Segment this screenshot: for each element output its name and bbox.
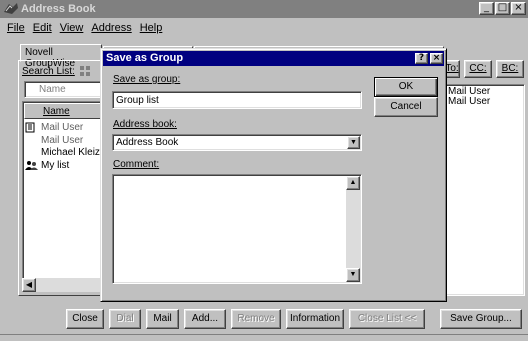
cc-button[interactable]: CC:: [464, 60, 492, 78]
group-name-input[interactable]: Group list: [112, 91, 362, 109]
dial-button[interactable]: Dial: [109, 309, 141, 329]
search-filter-icon: [80, 66, 90, 76]
group-icon: [25, 160, 38, 170]
save-group-button[interactable]: Save Group...: [440, 309, 522, 329]
address-card-icon: [25, 122, 35, 132]
scroll-down-icon[interactable]: ▼: [346, 268, 360, 282]
recipient-list[interactable]: Mail User Mail User: [445, 84, 525, 296]
save-as-group-dialog: Save as Group ? × Save as group: Group l…: [100, 48, 447, 302]
ok-button[interactable]: OK: [374, 77, 438, 97]
add-button[interactable]: Add...: [184, 309, 226, 329]
comment-vscrollbar[interactable]: ▲ ▼: [346, 176, 360, 282]
search-list-label: Search List:: [22, 66, 75, 77]
scroll-left-icon[interactable]: ◀: [22, 278, 36, 292]
dialog-titlebar[interactable]: Save as Group: [103, 51, 444, 66]
menu-file[interactable]: File: [3, 22, 29, 34]
bc-button[interactable]: BC:: [496, 60, 524, 78]
name-column-header[interactable]: Name: [24, 103, 104, 119]
name-search-input[interactable]: Name: [24, 81, 104, 98]
menu-bar: File Edit View Address Help: [0, 19, 166, 37]
close-icon[interactable]: ×: [430, 53, 443, 64]
help-icon[interactable]: ?: [415, 53, 428, 64]
menu-view[interactable]: View: [56, 22, 88, 34]
divider: [0, 334, 528, 335]
window-titlebar[interactable]: Address Book _ □ ×: [0, 0, 528, 18]
close-icon[interactable]: ×: [511, 2, 526, 15]
window-title: Address Book: [21, 3, 96, 15]
left-list-hscrollbar[interactable]: ◀: [22, 278, 104, 292]
list-item[interactable]: Mail User: [25, 134, 83, 146]
menu-address[interactable]: Address: [87, 22, 135, 34]
list-item[interactable]: My list: [25, 159, 69, 171]
remove-button[interactable]: Remove: [231, 309, 281, 329]
close-button[interactable]: Close: [66, 309, 104, 329]
information-button[interactable]: Information: [286, 309, 344, 329]
comment-label: Comment:: [113, 159, 160, 170]
address-book-icon: [4, 3, 18, 14]
close-list-button[interactable]: Close List <<: [349, 309, 425, 329]
list-item[interactable]: Mail User: [25, 121, 83, 133]
chevron-down-icon[interactable]: ▼: [347, 136, 360, 149]
menu-edit[interactable]: Edit: [29, 22, 56, 34]
address-book-label: Address book:: [113, 119, 177, 130]
cancel-button[interactable]: Cancel: [374, 97, 438, 117]
recipient-item[interactable]: Mail User: [448, 97, 522, 107]
comment-textarea[interactable]: ▲ ▼: [112, 174, 362, 284]
minimize-icon[interactable]: _: [479, 2, 494, 15]
search-list-button[interactable]: [78, 64, 92, 78]
address-book-select[interactable]: Address Book ▼: [112, 134, 362, 151]
mail-button[interactable]: Mail: [146, 309, 179, 329]
scroll-up-icon[interactable]: ▲: [346, 176, 360, 190]
menu-help[interactable]: Help: [136, 22, 167, 34]
address-list[interactable]: Name Mail User Mail User Michael Kleiza …: [22, 101, 105, 291]
list-item[interactable]: Michael Kleiza: [25, 146, 105, 158]
save-as-group-label: Save as group:: [113, 74, 181, 85]
maximize-icon[interactable]: □: [495, 2, 510, 15]
